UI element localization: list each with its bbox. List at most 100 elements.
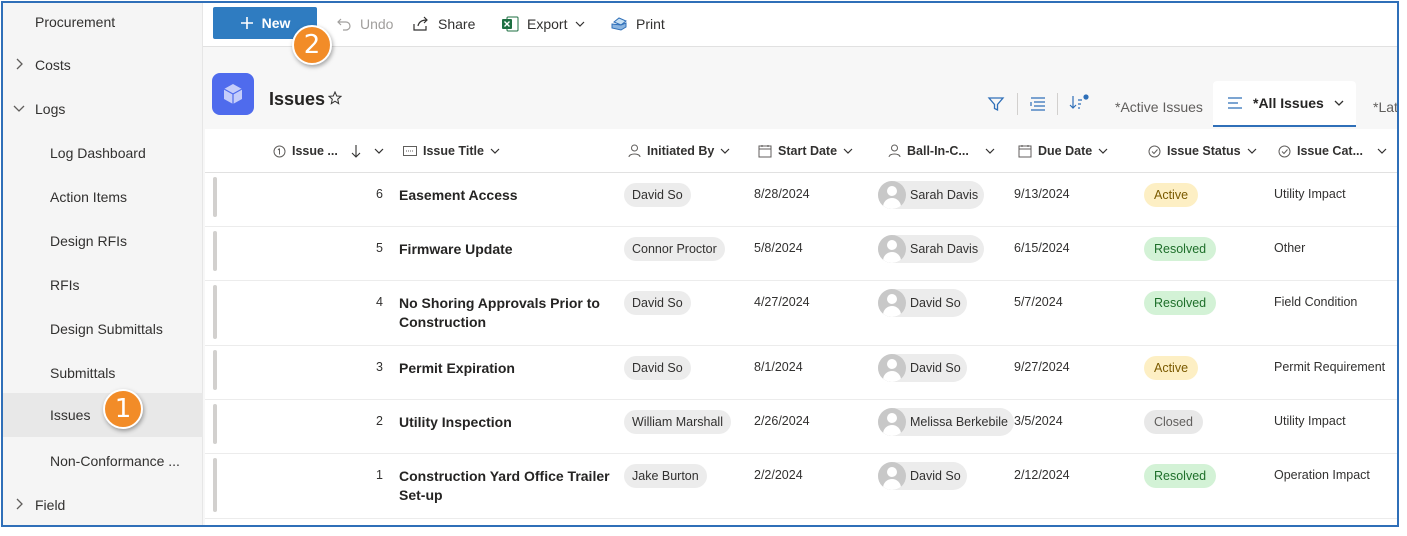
issue-number: 3	[376, 360, 383, 374]
ball-in-court-persona[interactable]: David So	[878, 289, 967, 317]
column-header-label: Issue Status	[1167, 144, 1241, 158]
sort-descending-icon	[351, 145, 361, 158]
table-row[interactable]: 2 Utility Inspection William Marshall 2/…	[205, 400, 1397, 454]
sort-icon[interactable]	[1069, 94, 1089, 112]
issue-title-link[interactable]: Permit Expiration	[399, 359, 614, 378]
initiated-by-persona[interactable]: Jake Burton	[624, 464, 707, 488]
person-icon	[628, 144, 641, 158]
initiated-by-persona[interactable]: William Marshall	[624, 410, 731, 434]
issue-category: Utility Impact	[1274, 187, 1346, 201]
print-button-label: Print	[636, 16, 665, 32]
issue-title-link[interactable]: Construction Yard Office Trailer Set-up	[399, 467, 614, 505]
ball-in-court-persona[interactable]: Melissa Berkebile	[878, 408, 1014, 436]
sidebar-item-field[interactable]: Field	[3, 483, 203, 525]
sidebar-item-action-items[interactable]: Action Items	[3, 175, 203, 219]
chevron-down-icon	[843, 148, 853, 154]
column-header-label: Start Date	[778, 144, 838, 158]
chevron-down-icon[interactable]	[11, 100, 27, 116]
row-selector[interactable]	[213, 350, 217, 390]
print-button[interactable]: Print	[610, 11, 665, 37]
status-badge: Closed	[1144, 410, 1203, 434]
row-selector[interactable]	[213, 285, 217, 339]
filter-icon[interactable]	[987, 95, 1005, 113]
sidebar-item-design-submittals[interactable]: Design Submittals	[3, 307, 203, 351]
column-header-issue-number[interactable]: Issue ...	[273, 129, 384, 173]
persona-name: Sarah Davis	[910, 188, 979, 202]
sidebar-item-label: Log Dashboard	[50, 145, 146, 161]
sidebar-item-procurement[interactable]: Procurement	[3, 3, 203, 41]
sidebar-item-logs[interactable]: Logs	[3, 87, 203, 131]
main-content: New Undo Share Export Print 2 Issues *Ac…	[203, 3, 1397, 525]
page-title: Issues	[269, 89, 326, 109]
toolbar-divider	[1017, 93, 1018, 115]
calendar-icon	[758, 145, 772, 158]
start-date: 8/28/2024	[754, 187, 810, 201]
sidebar-item-costs[interactable]: Costs	[3, 43, 203, 87]
initiated-by-persona[interactable]: David So	[624, 291, 691, 315]
column-header-label: Due Date	[1038, 144, 1093, 158]
issue-title-link[interactable]: Easement Access	[399, 186, 614, 205]
step-callout-1: 1	[103, 389, 143, 429]
initiated-by-persona[interactable]: David So	[624, 183, 691, 207]
sidebar-item-design-rfis[interactable]: Design RFIs	[3, 219, 203, 263]
column-header-start-date[interactable]: Start Date	[758, 129, 853, 173]
ball-in-court-persona[interactable]: Sarah Davis	[878, 235, 985, 263]
favorite-star-icon[interactable]	[328, 91, 342, 105]
group-by-icon[interactable]	[1029, 96, 1047, 112]
issue-title-link[interactable]: No Shoring Approvals Prior to Constructi…	[399, 294, 614, 332]
column-header-label: Issue Title	[423, 144, 484, 158]
sidebar-item-non-conformance[interactable]: Non-Conformance ...	[3, 439, 203, 483]
chevron-right-icon[interactable]	[11, 56, 27, 72]
column-header-ball-in-court[interactable]: Ball-In-C...	[888, 129, 995, 173]
sidebar-item-rfis[interactable]: RFIs	[3, 263, 203, 307]
column-header-issue-title[interactable]: Issue Title	[403, 129, 500, 173]
app-frame: Procurement Costs Logs Log Dashboard Act…	[1, 1, 1399, 527]
persona-name: David So	[910, 361, 961, 375]
export-button[interactable]: Export	[501, 11, 585, 37]
due-date: 2/12/2024	[1014, 468, 1070, 482]
view-tab-latest[interactable]: *Late	[1373, 99, 1397, 115]
undo-button[interactable]: Undo	[336, 11, 393, 37]
ball-in-court-persona[interactable]: David So	[878, 354, 967, 382]
column-header-issue-category[interactable]: Issue Cat...	[1278, 129, 1387, 173]
column-header-issue-status[interactable]: Issue Status	[1148, 129, 1257, 173]
status-badge: Resolved	[1144, 291, 1217, 315]
column-header-due-date[interactable]: Due Date	[1018, 129, 1108, 173]
table-row[interactable]: 6 Easement Access David So 8/28/2024 Sar…	[205, 173, 1397, 227]
list-app-icon	[212, 73, 254, 115]
view-tab-active-issues[interactable]: *Active Issues	[1115, 99, 1203, 115]
step-callout-2: 2	[292, 25, 332, 65]
column-header-initiated-by[interactable]: Initiated By	[628, 129, 730, 173]
issue-number: 1	[376, 468, 383, 482]
table-row[interactable]: 3 Permit Expiration David So 8/1/2024 Da…	[205, 346, 1397, 400]
undo-icon	[337, 18, 351, 31]
sidebar-item-log-dashboard[interactable]: Log Dashboard	[3, 131, 203, 175]
text-field-icon	[403, 146, 417, 156]
issue-number: 5	[376, 241, 383, 255]
export-button-label: Export	[527, 16, 568, 32]
sidebar-item-submittals[interactable]: Submittals	[3, 351, 203, 395]
chevron-right-icon[interactable]	[11, 496, 27, 512]
initiated-by-persona[interactable]: David So	[624, 356, 691, 380]
table-row[interactable]: 4 No Shoring Approvals Prior to Construc…	[205, 281, 1397, 346]
due-date: 9/13/2024	[1014, 187, 1070, 201]
persona-name: Sarah Davis	[910, 242, 979, 256]
ball-in-court-persona[interactable]: Sarah Davis	[878, 181, 985, 209]
chevron-down-icon	[1334, 100, 1344, 106]
row-selector[interactable]	[213, 231, 217, 271]
view-tab-all-issues[interactable]: *All Issues	[1213, 81, 1356, 127]
issue-category: Operation Impact	[1274, 468, 1370, 482]
ball-in-court-persona[interactable]: David So	[878, 462, 967, 490]
issue-title-link[interactable]: Firmware Update	[399, 240, 614, 259]
chevron-down-icon	[1247, 148, 1257, 154]
issue-title-link[interactable]: Utility Inspection	[399, 413, 614, 432]
table-row[interactable]: 1 Construction Yard Office Trailer Set-u…	[205, 454, 1397, 519]
row-selector[interactable]	[213, 177, 217, 217]
chevron-down-icon	[1098, 148, 1108, 154]
initiated-by-persona[interactable]: Connor Proctor	[624, 237, 725, 261]
row-selector[interactable]	[213, 458, 217, 512]
share-button[interactable]: Share	[413, 11, 475, 37]
table-row[interactable]: 5 Firmware Update Connor Proctor 5/8/202…	[205, 227, 1397, 281]
choice-icon	[1148, 145, 1161, 157]
row-selector[interactable]	[213, 404, 217, 444]
